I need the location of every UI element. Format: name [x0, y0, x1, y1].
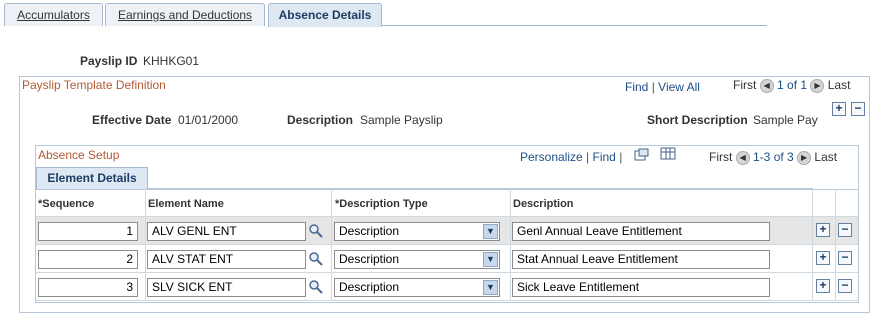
add-row-icon[interactable]: + — [816, 279, 830, 293]
template-pager: First ◀ 1 of 1 ▶ Last — [733, 78, 850, 93]
separator: | — [619, 150, 623, 164]
add-row-icon[interactable]: + — [816, 251, 830, 265]
sequence-input[interactable]: 3 — [38, 278, 138, 297]
column-divider — [510, 189, 511, 301]
next-icon[interactable]: ▶ — [797, 150, 812, 165]
remove-row-icon[interactable]: − — [838, 251, 852, 265]
element-name-input[interactable]: SLV SICK ENT — [147, 278, 306, 297]
column-divider — [812, 189, 813, 301]
last-label: Last — [814, 150, 838, 164]
first-label: First — [709, 150, 733, 164]
sequence-input[interactable]: 1 — [38, 222, 138, 241]
next-icon[interactable]: ▶ — [810, 78, 825, 93]
find-link[interactable]: Find — [625, 80, 648, 94]
column-divider — [145, 189, 146, 301]
tab-label: Absence Details — [278, 8, 372, 22]
description-value: Sample Payslip — [360, 113, 443, 127]
view-in-new-window-icon[interactable] — [634, 148, 649, 162]
template-nav: Find | View All — [625, 80, 700, 94]
chevron-down-icon: ▼ — [483, 252, 498, 267]
tab-absence-details[interactable]: Absence Details — [268, 3, 382, 27]
tab-earnings-deductions[interactable]: Earnings and Deductions — [105, 3, 265, 26]
search-icon[interactable] — [308, 279, 324, 295]
tab-divider — [382, 25, 767, 26]
effective-date-label: Effective Date — [92, 113, 172, 127]
description-label: Description — [287, 113, 354, 127]
subtab-element-details[interactable]: Element Details — [36, 167, 148, 189]
search-icon[interactable] — [308, 251, 324, 267]
previous-icon[interactable]: ◀ — [735, 150, 750, 165]
description-type-select[interactable]: Description ▼ — [334, 278, 500, 297]
selected-value: Description — [339, 252, 400, 266]
previous-icon[interactable]: ◀ — [759, 78, 774, 93]
column-divider — [331, 189, 332, 301]
find-link[interactable]: Find — [593, 150, 616, 164]
description-type-select[interactable]: Description ▼ — [334, 250, 500, 269]
description-input[interactable]: Stat Annual Leave Entitlement — [512, 250, 770, 269]
add-row-icon[interactable]: + — [832, 102, 846, 116]
grid-actions: Personalize | Find | — [520, 150, 622, 164]
search-icon[interactable] — [308, 223, 324, 239]
last-label: Last — [827, 78, 851, 92]
description-input[interactable]: Genl Annual Leave Entitlement — [512, 222, 770, 241]
payslip-id-label: Payslip ID — [80, 54, 138, 68]
sequence-input[interactable]: 2 — [38, 250, 138, 269]
column-header-description: Description — [513, 198, 574, 210]
column-header-sequence: *Sequence — [38, 198, 95, 210]
remove-row-icon[interactable]: − — [851, 102, 865, 116]
description-type-select[interactable]: Description ▼ — [334, 222, 500, 241]
separator: | — [651, 80, 655, 94]
short-description-value: Sample Pay — [753, 113, 818, 127]
add-row-icon[interactable]: + — [816, 223, 830, 237]
personalize-link[interactable]: Personalize — [520, 150, 583, 164]
element-name-input[interactable]: ALV STAT ENT — [147, 250, 306, 269]
range-label: 1-3 of 3 — [753, 150, 794, 164]
column-header-element-name: Element Name — [148, 198, 224, 210]
short-description-label: Short Description — [647, 113, 748, 127]
column-header-description-type: *Description Type — [335, 198, 428, 210]
chevron-down-icon: ▼ — [483, 280, 498, 295]
description-input[interactable]: Sick Leave Entitlement — [512, 278, 770, 297]
first-label: First — [733, 78, 757, 92]
element-name-input[interactable]: ALV GENL ENT — [147, 222, 306, 241]
tab-label: Accumulators — [17, 8, 90, 22]
remove-row-icon[interactable]: − — [838, 223, 852, 237]
effective-date-value: 01/01/2000 — [178, 113, 239, 127]
selected-value: Description — [339, 224, 400, 238]
column-divider — [835, 189, 836, 301]
download-spreadsheet-icon[interactable] — [660, 147, 676, 161]
section-title: Payslip Template Definition — [22, 78, 166, 92]
absence-setup-title: Absence Setup — [38, 148, 120, 162]
view-all-link[interactable]: View All — [658, 80, 700, 94]
range-label: 1 of 1 — [777, 78, 808, 92]
grid-pager: First ◀ 1-3 of 3 ▶ Last — [709, 150, 837, 165]
separator: | — [586, 150, 590, 164]
selected-value: Description — [339, 280, 400, 294]
payslip-id-value: KHHKG01 — [143, 54, 200, 68]
chevron-down-icon: ▼ — [483, 224, 498, 239]
remove-row-icon[interactable]: − — [838, 279, 852, 293]
tab-accumulators[interactable]: Accumulators — [4, 3, 103, 26]
tab-label: Earnings and Deductions — [117, 8, 253, 22]
